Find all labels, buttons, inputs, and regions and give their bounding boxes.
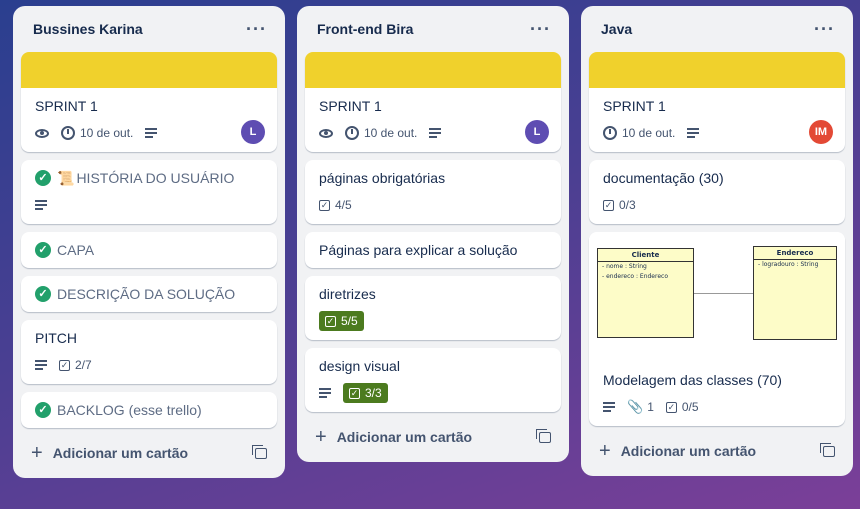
checklist-icon: ✓	[319, 199, 330, 211]
list-menu-icon[interactable]: ···	[246, 19, 267, 40]
list-menu-icon[interactable]: ···	[814, 19, 835, 40]
checklist-badge: ✓ 4/5	[319, 198, 352, 212]
clock-icon	[61, 126, 75, 140]
plus-icon: +	[599, 439, 611, 462]
list-menu-icon[interactable]: ···	[530, 19, 551, 40]
add-card-button[interactable]: + Adicionar um cartão	[315, 426, 472, 449]
list-title[interactable]: Front-end Bira	[317, 21, 413, 37]
card-title: SPRINT 1	[319, 98, 382, 114]
complete-check-icon[interactable]: ✓	[35, 402, 51, 418]
card-sprint-1[interactable]: SPRINT 1 10 de out. L	[21, 52, 277, 152]
card-title: HISTÓRIA DO USUÁRIO	[76, 170, 235, 186]
description-icon	[35, 198, 47, 212]
scroll-icon: 📜	[57, 170, 75, 186]
plus-icon: +	[31, 441, 43, 464]
uml-association-line	[694, 293, 753, 294]
card-title: PITCH	[35, 330, 77, 346]
checklist-icon: ✓	[59, 359, 70, 371]
checklist-badge: ✓ 2/7	[59, 358, 92, 372]
complete-check-icon[interactable]: ✓	[35, 286, 51, 302]
card-title: DESCRIÇÃO DA SOLUÇÃO	[57, 286, 236, 302]
watch-icon	[35, 128, 49, 138]
add-card-row: + Adicionar um cartão	[589, 434, 845, 468]
list-header: Bussines Karina ···	[21, 6, 277, 52]
list-front-end-bira: Front-end Bira ··· SPRINT 1 10 de out. L…	[297, 6, 569, 462]
create-from-template-icon[interactable]	[536, 428, 551, 443]
uml-class-cliente: Cliente - nome : String - endereco : End…	[597, 248, 694, 338]
list-header: Java ···	[589, 6, 845, 52]
card-title: SPRINT 1	[603, 98, 666, 114]
card-backlog[interactable]: ✓ BACKLOG (esse trello)	[21, 392, 277, 428]
paperclip-icon: 📎	[627, 399, 644, 414]
card-documentacao[interactable]: documentação (30) ✓ 0/3	[589, 160, 845, 224]
card-pitch[interactable]: PITCH ✓ 2/7	[21, 320, 277, 384]
card-cover	[589, 52, 845, 88]
card-title: SPRINT 1	[35, 98, 98, 114]
card-sprint-1[interactable]: SPRINT 1 10 de out. IM	[589, 52, 845, 152]
list-java: Java ··· SPRINT 1 10 de out. IM document…	[581, 6, 853, 476]
card-modelagem-das-classes[interactable]: Cliente - nome : String - endereco : End…	[589, 232, 845, 426]
list-title[interactable]: Java	[601, 21, 632, 37]
card-title: CAPA	[57, 242, 95, 258]
clock-icon	[345, 126, 359, 140]
complete-check-icon[interactable]: ✓	[35, 170, 51, 186]
uml-diagram-image: Cliente - nome : String - endereco : End…	[589, 232, 845, 342]
due-date-badge: 10 de out.	[61, 126, 133, 140]
complete-check-icon[interactable]: ✓	[35, 242, 51, 258]
list-bussines-karina: Bussines Karina ··· SPRINT 1 10 de out. …	[13, 6, 285, 478]
due-date-badge: 10 de out.	[345, 126, 417, 140]
description-icon	[429, 126, 442, 140]
checklist-badge: ✓ 0/5	[665, 400, 699, 414]
avatar[interactable]: IM	[809, 120, 833, 144]
checklist-complete-badge: ✓ 3/3	[343, 383, 388, 403]
card-title: Páginas para explicar a solução	[319, 242, 518, 258]
create-from-template-icon[interactable]	[252, 444, 267, 459]
list-header: Front-end Bira ···	[305, 6, 561, 52]
card-title: diretrizes	[319, 286, 376, 302]
checklist-icon: ✓	[349, 387, 360, 399]
add-card-row: + Adicionar um cartão	[305, 420, 561, 454]
watch-icon	[319, 128, 333, 138]
card-historia-do-usuario[interactable]: ✓ 📜 HISTÓRIA DO USUÁRIO	[21, 160, 277, 224]
add-card-row: + Adicionar um cartão	[21, 436, 277, 470]
add-card-button[interactable]: + Adicionar um cartão	[599, 440, 756, 463]
description-icon	[319, 386, 331, 400]
checklist-icon: ✓	[603, 199, 614, 211]
card-title: documentação (30)	[603, 170, 724, 186]
avatar[interactable]: L	[525, 120, 549, 144]
avatar[interactable]: L	[241, 120, 265, 144]
description-icon	[687, 126, 700, 140]
card-title: páginas obrigatórias	[319, 170, 446, 186]
checklist-icon: ✓	[325, 315, 336, 327]
card-paginas-para-explicar[interactable]: Páginas para explicar a solução	[305, 232, 561, 268]
card-capa[interactable]: ✓ CAPA	[21, 232, 277, 268]
card-descricao-da-solucao[interactable]: ✓ DESCRIÇÃO DA SOLUÇÃO	[21, 276, 277, 312]
description-icon	[35, 358, 47, 372]
card-cover	[305, 52, 561, 88]
card-diretrizes[interactable]: diretrizes ✓ 5/5	[305, 276, 561, 340]
description-icon	[145, 126, 158, 140]
card-sprint-1[interactable]: SPRINT 1 10 de out. L	[305, 52, 561, 152]
uml-class-endereco: Endereco - logradouro : String	[753, 246, 837, 340]
card-title: BACKLOG (esse trello)	[57, 402, 202, 418]
card-title: Modelagem das classes (70)	[603, 372, 782, 388]
card-design-visual[interactable]: design visual ✓ 3/3	[305, 348, 561, 412]
create-from-template-icon[interactable]	[820, 442, 835, 457]
attachment-badge: 📎 1	[627, 399, 654, 414]
card-paginas-obrigatorias[interactable]: páginas obrigatórias ✓ 4/5	[305, 160, 561, 224]
clock-icon	[603, 126, 617, 140]
card-cover	[21, 52, 277, 88]
add-card-button[interactable]: + Adicionar um cartão	[31, 442, 188, 465]
description-icon	[603, 400, 615, 414]
card-title: design visual	[319, 358, 400, 374]
due-date-badge: 10 de out.	[603, 126, 675, 140]
checklist-icon: ✓	[665, 401, 677, 413]
checklist-badge: ✓ 0/3	[603, 198, 636, 212]
checklist-complete-badge: ✓ 5/5	[319, 311, 364, 331]
list-title[interactable]: Bussines Karina	[33, 21, 143, 37]
plus-icon: +	[315, 425, 327, 448]
